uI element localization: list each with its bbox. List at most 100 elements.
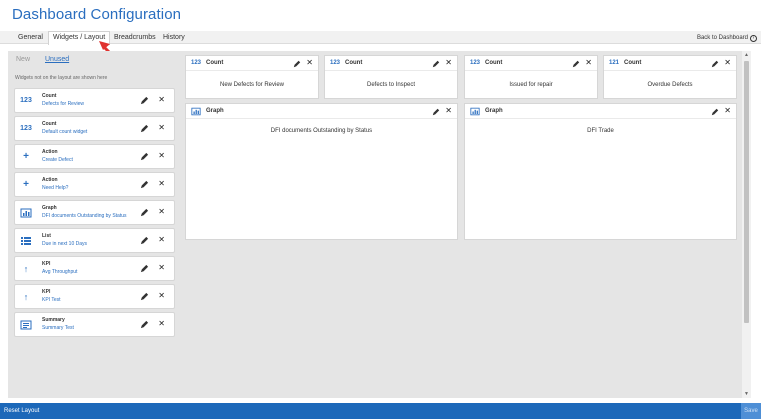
count-panel[interactable]: 123 Count ✕ New Defects for Review [185,55,319,99]
widget-card[interactable]: + Action Need Help? ✕ [14,172,175,197]
pencil-icon[interactable] [711,108,719,116]
panel-header: 121 Count ✕ [604,56,736,71]
arrow-circle-icon: › [750,34,757,42]
widget-type: KPI [42,289,51,295]
panel-body-text: DFI Trade [587,128,614,134]
close-icon[interactable]: ✕ [585,58,592,68]
pencil-icon[interactable] [140,124,149,133]
count-panel[interactable]: 123 Count ✕ Defects to Inspect [324,55,458,99]
plus-icon: + [23,179,29,190]
widget-type: Summary [42,317,65,323]
pencil-icon[interactable] [140,236,149,245]
close-icon[interactable]: ✕ [724,106,731,116]
pencil-icon[interactable] [140,152,149,161]
widget-description: Need Help? [42,185,69,191]
panel-body-text: Overdue Defects [647,82,693,88]
count-icon: 123 [330,60,341,66]
panel-title: Graph [206,108,224,114]
save-button[interactable]: Save [741,403,761,419]
back-to-dashboard-link[interactable]: Back to Dashboard › [697,32,757,44]
panel-body-text: New Defects for Review [219,82,285,88]
count-panel[interactable]: 123 Count ✕ Issued for repair [464,55,598,99]
pencil-icon[interactable] [293,60,301,68]
count-icon: 123 [20,125,32,132]
widget-description: Create Defect [42,157,73,163]
widget-description: Avg Throughput [42,269,78,275]
widget-card[interactable]: ↑ KPI KPI Test ✕ [14,284,175,309]
vertical-scrollbar[interactable]: ▲ ▼ [742,51,751,398]
close-icon[interactable]: ✕ [158,319,165,329]
pencil-icon[interactable] [140,96,149,105]
bar-chart-icon [470,107,480,116]
bar-chart-icon [20,208,32,218]
close-icon[interactable]: ✕ [445,106,452,116]
panel-title: Count [206,60,224,66]
close-icon[interactable]: ✕ [158,151,165,161]
bar-chart-icon [191,107,201,116]
close-icon[interactable]: ✕ [158,179,165,189]
up-arrow-icon: ↑ [23,292,29,302]
pencil-icon[interactable] [432,60,440,68]
widget-card[interactable]: Summary Summary Test ✕ [14,312,175,337]
panel-title: Graph [485,108,503,114]
widget-type: Action [42,149,58,155]
graph-panel[interactable]: Graph ✕ DFI Trade [464,103,737,240]
tab-breadcrumbs[interactable]: Breadcrumbs [110,32,160,44]
tab-widgets-layout[interactable]: Widgets / Layout [48,31,111,45]
widget-card[interactable]: Graph DFI documents Outstanding by Statu… [14,200,175,225]
close-icon[interactable]: ✕ [445,58,452,68]
close-icon[interactable]: ✕ [158,263,165,273]
count-icon: 123 [20,97,32,104]
reset-layout-button[interactable]: Reset Layout [4,403,39,419]
unused-widgets-sidebar: New Unused Widgets not on the layout are… [8,51,181,398]
tab-general[interactable]: General [14,32,47,44]
count-icon: 123 [470,60,481,66]
pencil-icon[interactable] [140,264,149,273]
close-icon[interactable]: ✕ [158,291,165,301]
pencil-icon[interactable] [572,60,580,68]
panel-header: Graph ✕ [465,104,736,119]
count-icon: 123 [191,60,202,66]
pencil-icon[interactable] [432,108,440,116]
pencil-icon[interactable] [140,320,149,329]
sub-tab-unused[interactable]: Unused [45,56,69,63]
close-icon[interactable]: ✕ [158,123,165,133]
panel-title: Count [345,60,363,66]
pencil-icon[interactable] [711,60,719,68]
close-icon[interactable]: ✕ [158,95,165,105]
graph-panel[interactable]: Graph ✕ DFI documents Outstanding by Sta… [185,103,458,240]
widget-description: Defects for Review [42,101,84,107]
widget-type: Action [42,177,58,183]
count-icon: 121 [609,60,620,66]
back-to-dashboard-label: Back to Dashboard [696,35,748,41]
close-icon[interactable]: ✕ [724,58,731,68]
widget-type: Count [42,93,57,99]
panel-title: Count [624,60,642,66]
pencil-icon[interactable] [140,180,149,189]
count-panel[interactable]: 121 Count ✕ Overdue Defects [603,55,737,99]
widget-description: DFI documents Outstanding by Status [42,213,127,219]
scroll-thumb[interactable] [744,61,749,323]
panel-header: Graph ✕ [186,104,457,119]
widget-card[interactable]: ↑ KPI Avg Throughput ✕ [14,256,175,281]
sidebar-hint-text: Widgets not on the layout are shown here [15,75,108,81]
close-icon[interactable]: ✕ [158,207,165,217]
widget-card[interactable]: List Due in next 10 Days ✕ [14,228,175,253]
pencil-icon[interactable] [140,208,149,217]
sub-tab-new[interactable]: New [16,56,30,63]
panel-body-text: DFI documents Outstanding by Status [270,128,373,134]
widget-card[interactable]: + Action Create Defect ✕ [14,144,175,169]
main-tab-bar: General Widgets / Layout Breadcrumbs His… [0,31,761,45]
page-title: Dashboard Configuration [12,6,182,23]
close-icon[interactable]: ✕ [306,58,313,68]
close-icon[interactable]: ✕ [158,235,165,245]
tab-history[interactable]: History [159,32,189,44]
widget-description: KPI Test [42,297,61,303]
scroll-down-arrow-icon[interactable]: ▼ [742,390,751,398]
scroll-up-arrow-icon[interactable]: ▲ [742,51,751,59]
plus-icon: + [23,151,29,162]
panel-header: 123 Count ✕ [325,56,457,71]
pencil-icon[interactable] [140,292,149,301]
widget-card[interactable]: 123 Count Default count widget ✕ [14,116,175,141]
widget-card[interactable]: 123 Count Defects for Review ✕ [14,88,175,113]
